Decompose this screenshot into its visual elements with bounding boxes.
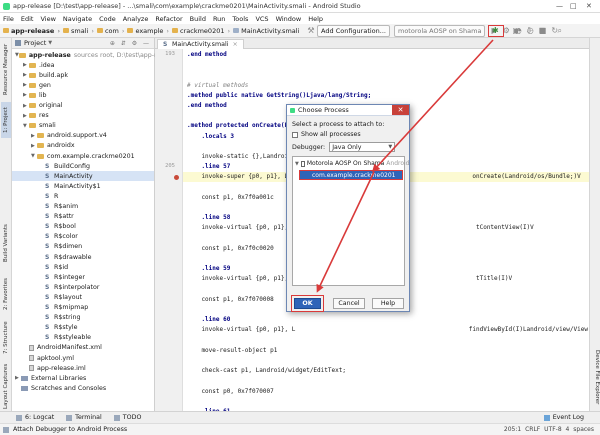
- annotation-arrows: [316, 39, 494, 293]
- arrow-to-ok: [316, 171, 375, 293]
- arrow-to-process: [371, 39, 494, 173]
